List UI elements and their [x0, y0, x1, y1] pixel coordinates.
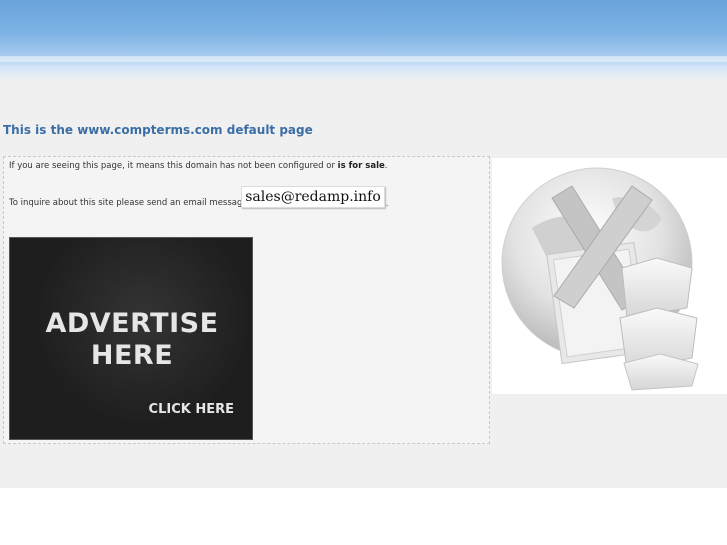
notice-bold: is for sale — [337, 161, 385, 171]
page-title: This is the www.compterms.com default pa… — [3, 123, 313, 137]
ad-headline: ADVERTISE HERE — [45, 308, 219, 371]
inquiry-period: . — [386, 198, 389, 208]
notice-prefix: If you are seeing this page, it means th… — [9, 161, 338, 171]
advertise-banner[interactable]: ADVERTISE HERE CLICK HERE — [9, 237, 253, 440]
globe-with-x-and-folders-icon — [501, 167, 699, 391]
notice-suffix: . — [384, 161, 388, 171]
ad-click-here: CLICK HERE — [148, 402, 234, 417]
header-banner — [0, 0, 727, 80]
page: This is the www.compterms.com default pa… — [0, 0, 727, 545]
email-link[interactable]: sales@redamp.info — [241, 186, 385, 208]
inquiry-text: To inquire about this site please send a… — [9, 198, 259, 208]
notice-text: If you are seeing this page, it means th… — [9, 161, 387, 171]
content-box: If you are seeing this page, it means th… — [3, 156, 490, 444]
banner-stripe — [0, 56, 727, 62]
side-graphic-panel — [492, 158, 727, 394]
